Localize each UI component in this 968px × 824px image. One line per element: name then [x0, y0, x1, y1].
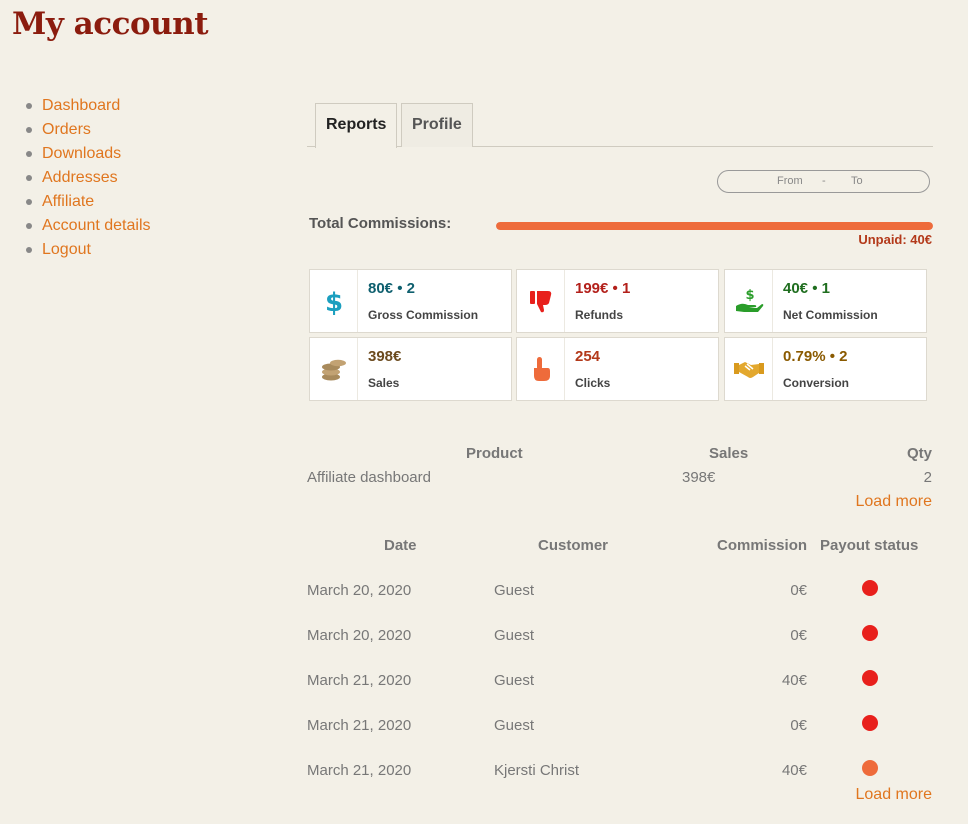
card-value: 0.79% • 2: [783, 348, 848, 365]
card-value: 80€ • 2: [368, 280, 415, 297]
card-net-commission: $ 40€ • 1 Net Commission: [724, 269, 927, 333]
date-range-separator: -: [822, 175, 826, 187]
referral-date: March 21, 2020: [307, 717, 412, 734]
date-from-field[interactable]: From: [777, 175, 803, 187]
payout-status-dot: [862, 670, 878, 686]
card-label: Clicks: [575, 376, 611, 390]
card-label: Gross Commission: [368, 308, 479, 322]
column-header-customer: Customer: [538, 537, 609, 554]
card-sales: 398€ Sales: [309, 337, 512, 401]
referral-customer: Kjersti Christ: [494, 762, 580, 779]
nav-item-affiliate: Affiliate: [26, 190, 151, 214]
payout-status-dot: [862, 715, 878, 731]
column-header-sales: Sales: [709, 445, 749, 462]
referral-customer: Guest: [494, 582, 535, 599]
referral-date: March 21, 2020: [307, 672, 412, 689]
nav-link-downloads[interactable]: Downloads: [42, 145, 121, 162]
product-sales: 398€: [682, 469, 716, 486]
date-range-picker[interactable]: From - To: [717, 170, 930, 193]
card-clicks: 254 Clicks: [516, 337, 719, 401]
dollar-icon: $: [310, 270, 358, 332]
referral-commission: 40€: [781, 762, 807, 779]
card-value: 398€: [368, 348, 402, 365]
column-header-date: Date: [384, 537, 417, 554]
referral-commission: 0€: [790, 627, 807, 644]
referral-date: March 21, 2020: [307, 762, 412, 779]
card-refunds: 199€ • 1 Refunds: [516, 269, 719, 333]
referral-customer: Guest: [494, 717, 535, 734]
nav-link-orders[interactable]: Orders: [42, 121, 91, 138]
nav-item-logout: Logout: [26, 238, 151, 262]
referral-customer: Guest: [494, 672, 535, 689]
account-navigation: Dashboard Orders Downloads Addresses Aff…: [26, 94, 151, 262]
tab-bar: Reports Profile: [307, 103, 933, 148]
svg-text:$: $: [745, 288, 754, 303]
unpaid-amount: Unpaid: 40€: [858, 232, 932, 247]
card-label: Net Commission: [783, 308, 878, 322]
card-label: Sales: [368, 376, 400, 390]
nav-item-dashboard: Dashboard: [26, 94, 151, 118]
nav-item-addresses: Addresses: [26, 166, 151, 190]
referral-date: March 20, 2020: [307, 627, 412, 644]
payout-status-dot: [862, 760, 878, 776]
page-title: My account: [12, 6, 209, 42]
nav-item-orders: Orders: [26, 118, 151, 142]
nav-item-account-details: Account details: [26, 214, 151, 238]
referral-commission: 0€: [790, 717, 807, 734]
nav-link-logout[interactable]: Logout: [42, 241, 91, 258]
products-load-more-link[interactable]: Load more: [856, 493, 933, 511]
hand-money-icon: $: [725, 270, 773, 332]
column-header-qty: Qty: [906, 445, 932, 462]
card-value: 40€ • 1: [783, 280, 830, 297]
nav-link-addresses[interactable]: Addresses: [42, 169, 118, 186]
tab-profile[interactable]: Profile: [401, 103, 473, 147]
nav-link-affiliate[interactable]: Affiliate: [42, 193, 94, 210]
handshake-icon: [725, 338, 773, 400]
product-qty: 2: [923, 469, 932, 486]
thumbs-down-icon: [517, 270, 565, 332]
card-value: 199€ • 1: [575, 280, 631, 297]
coins-icon: [310, 338, 358, 400]
referral-date: March 20, 2020: [307, 582, 412, 599]
nav-link-dashboard[interactable]: Dashboard: [42, 97, 120, 114]
total-commissions-label: Total Commissions:: [309, 215, 452, 232]
card-conversion: 0.79% • 2 Conversion: [724, 337, 927, 401]
referral-commission: 40€: [781, 672, 807, 689]
referral-commission: 0€: [790, 582, 807, 599]
svg-text:$: $: [324, 288, 342, 316]
referrals-load-more-link[interactable]: Load more: [856, 786, 933, 804]
column-header-payout-status: Payout status: [820, 537, 919, 554]
payout-status-dot: [862, 625, 878, 641]
nav-item-downloads: Downloads: [26, 142, 151, 166]
pointer-hand-icon: [517, 338, 565, 400]
payout-status-dot: [862, 580, 878, 596]
card-label: Refunds: [575, 308, 623, 322]
date-to-field[interactable]: To: [851, 175, 863, 187]
product-name: Affiliate dashboard: [307, 469, 431, 486]
column-header-commission: Commission: [717, 537, 808, 554]
nav-link-account-details[interactable]: Account details: [42, 217, 151, 234]
card-gross-commission: $ 80€ • 2 Gross Commission: [309, 269, 512, 333]
tab-reports[interactable]: Reports: [315, 103, 398, 148]
card-label: Conversion: [783, 376, 850, 390]
card-value: 254: [575, 348, 601, 365]
commissions-progress-bar: [496, 222, 933, 230]
commissions-progress-fill: [496, 222, 933, 230]
column-header-product: Product: [466, 445, 523, 462]
referral-customer: Guest: [494, 627, 535, 644]
